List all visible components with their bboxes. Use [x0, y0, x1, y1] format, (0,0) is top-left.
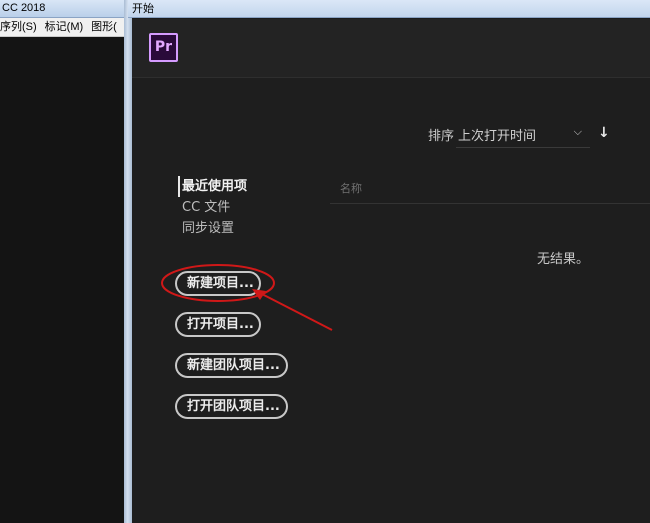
- menu-graphics[interactable]: 图形(: [91, 21, 117, 33]
- sort-dropdown[interactable]: 上次打开时间 ⌵: [456, 122, 590, 148]
- sort-dropdown-value: 上次打开时间: [458, 129, 537, 144]
- sort-direction-arrow-icon[interactable]: ↓: [598, 125, 610, 141]
- background-app-window: [0, 0, 128, 523]
- open-project-button[interactable]: 打开项目...: [175, 312, 261, 337]
- column-name-label[interactable]: 名称: [340, 180, 362, 196]
- background-menubar: 序列(S) 标记(M) 图形(: [0, 18, 128, 37]
- sort-label: 排序: [428, 129, 455, 144]
- nav-item-sync-settings[interactable]: 同步设置: [178, 218, 247, 239]
- list-column-header: 名称: [330, 176, 650, 204]
- sidebar-nav: 最近使用项 CC 文件 同步设置: [178, 176, 247, 239]
- new-project-button[interactable]: 新建项目...: [175, 271, 261, 296]
- new-team-project-button[interactable]: 新建团队项目...: [175, 353, 288, 378]
- open-team-project-button[interactable]: 打开团队项目...: [175, 394, 288, 419]
- background-window-title: CC 2018: [0, 0, 128, 18]
- dialog-title: 开始: [128, 0, 650, 18]
- dialog-body: 排序 上次打开时间 ⌵ ↓ 最近使用项 CC 文件 同步设置 名称 无结果。 新…: [132, 78, 650, 523]
- dialog-header: Pr: [132, 19, 650, 78]
- menu-markers[interactable]: 标记(M): [45, 21, 84, 33]
- dialog-frame-left: [124, 0, 132, 523]
- nav-item-recent[interactable]: 最近使用项: [178, 176, 247, 197]
- nav-item-cc-files[interactable]: CC 文件: [178, 197, 247, 218]
- chevron-down-icon: ⌵: [573, 125, 582, 138]
- premiere-logo-icon: Pr: [149, 33, 178, 62]
- empty-results-message: 无结果。: [537, 252, 590, 267]
- menu-sequence[interactable]: 序列(S): [0, 21, 37, 33]
